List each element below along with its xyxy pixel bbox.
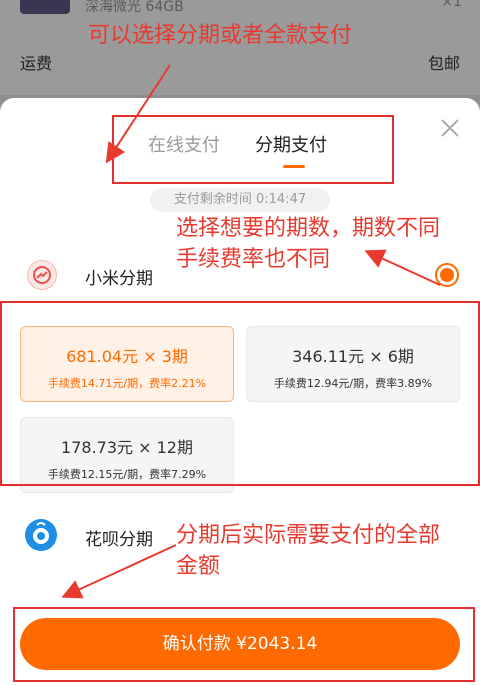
annotation-arrows bbox=[61, 64, 441, 599]
arrow-to-tabs bbox=[105, 64, 171, 164]
arrow-to-confirm bbox=[61, 544, 177, 599]
arrow-to-xiaomi-row bbox=[364, 249, 441, 286]
